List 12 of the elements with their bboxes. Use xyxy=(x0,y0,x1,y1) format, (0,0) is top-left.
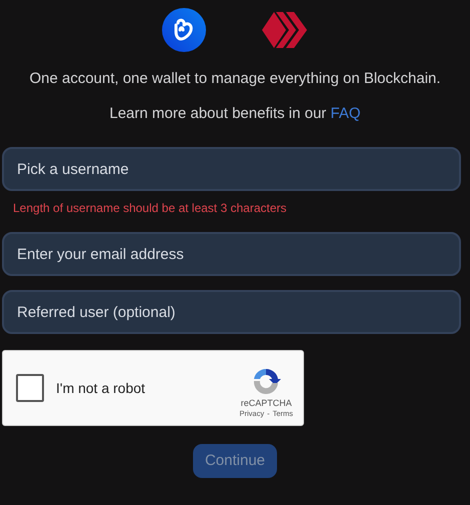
faq-link[interactable]: FAQ xyxy=(330,104,360,122)
captcha-checkbox[interactable] xyxy=(16,374,44,402)
text-field[interactable]: Pick a username xyxy=(2,147,461,191)
recaptcha-brand: reCAPTCHA xyxy=(240,397,292,409)
hexagon-logo-icon xyxy=(262,10,308,50)
tagline: One account, one wallet to manage everything on Blockchain. xyxy=(29,69,441,89)
learn-more-text: Learn more about benefits in our FAQ xyxy=(110,104,360,124)
heart-logo-icon xyxy=(162,8,206,52)
captcha-label: I'm not a robot xyxy=(56,378,146,398)
text-field[interactable]: Referred user (optional) xyxy=(2,290,461,334)
text-field[interactable]: Enter your email address xyxy=(2,232,461,276)
error-message: Length of username should be at least 3 characters xyxy=(13,200,288,217)
